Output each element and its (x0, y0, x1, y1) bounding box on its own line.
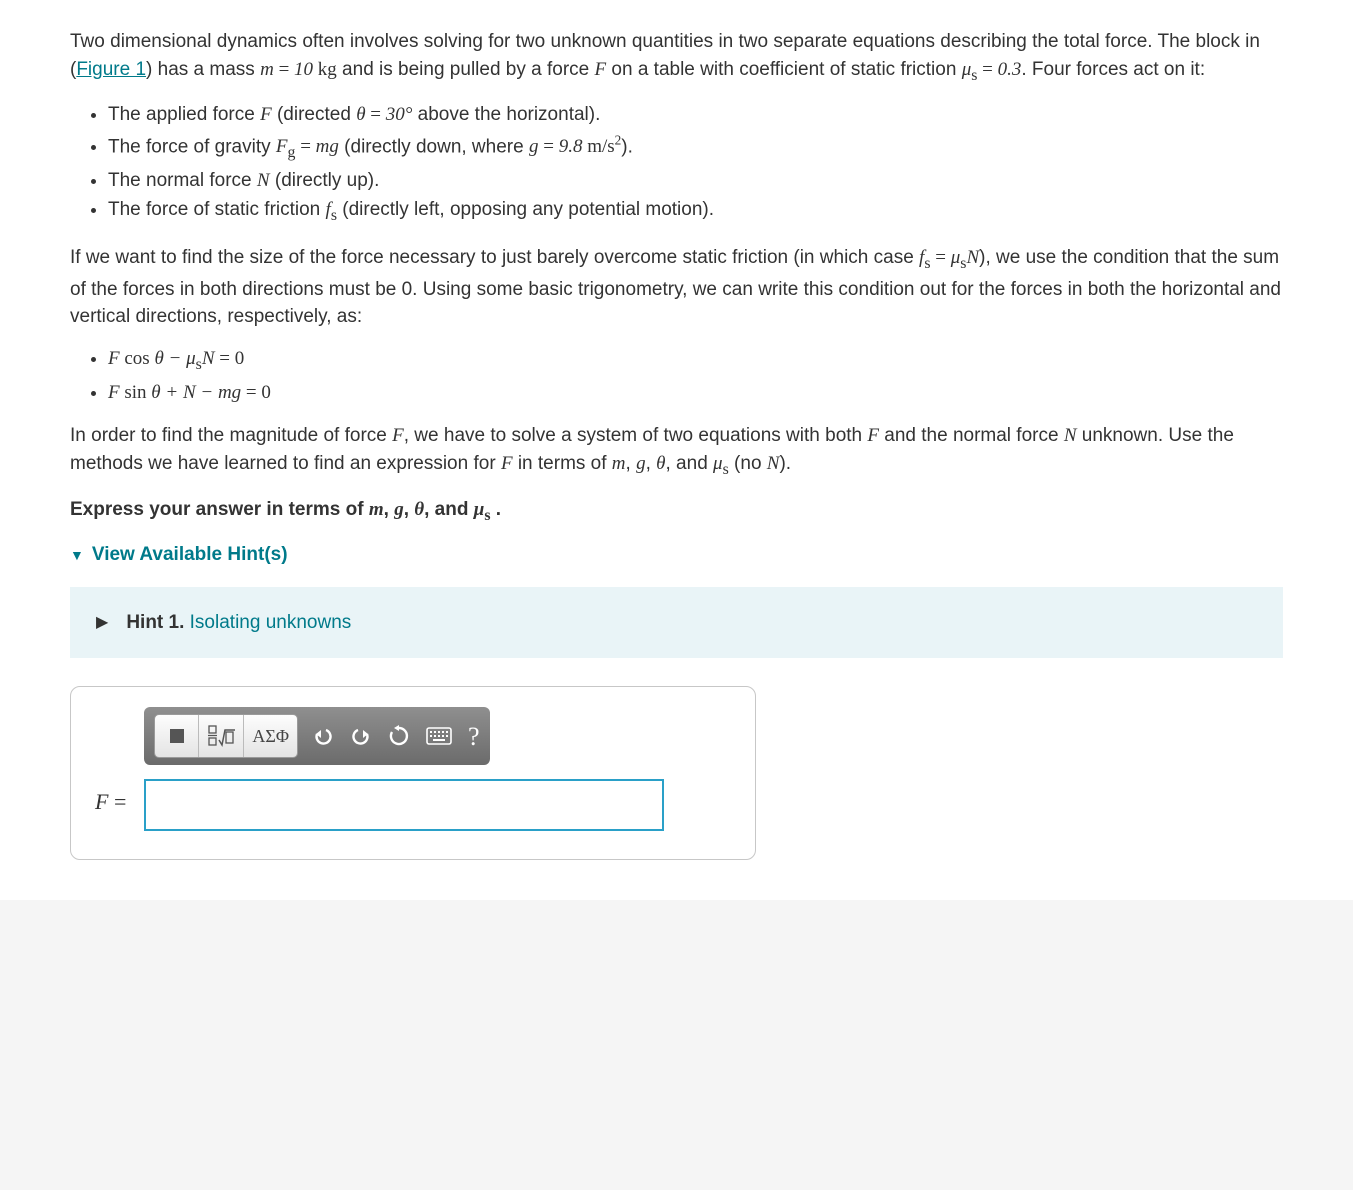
force-text: (directly up). (270, 170, 380, 191)
hint-box: ▶ Hint 1. Isolating unknowns (70, 587, 1283, 659)
express-text: Express your answer in terms of (70, 499, 369, 520)
F-symbol: F (867, 425, 879, 446)
list-item: F sin θ + N − mg = 0 (108, 379, 1283, 407)
F-symbol: F (95, 789, 108, 814)
theta-expression: θ = 30° (356, 104, 412, 125)
view-hints-toggle[interactable]: ▼ View Available Hint(s) (70, 541, 1283, 569)
caret-down-icon: ▼ (70, 545, 84, 565)
N-symbol: N (1064, 425, 1077, 446)
friction-symbol: fs (326, 199, 337, 220)
force-F-symbol: F (595, 59, 607, 80)
figure-link[interactable]: Figure 1 (76, 59, 146, 80)
F-symbol: F (392, 425, 404, 446)
theta-symbol: θ (656, 453, 665, 474)
reset-icon (388, 725, 410, 747)
undo-button[interactable] (312, 726, 334, 746)
keyboard-icon (426, 727, 452, 745)
force-text: (directed (272, 104, 356, 125)
force-text: (directly down, where (339, 136, 529, 157)
g-symbol: g (636, 453, 646, 474)
force-text: (directly left, opposing any potential m… (337, 199, 714, 220)
answer-variable-label: F = (95, 786, 126, 818)
mu-symbol: μs (713, 453, 729, 474)
express-text: . (491, 499, 502, 520)
solve-text: and the normal force (879, 425, 1064, 446)
mu-expression: μs = 0.3 (962, 59, 1022, 80)
equals-sign: = (108, 789, 126, 814)
view-hints-label: View Available Hint(s) (92, 541, 288, 569)
theta-symbol: θ (414, 499, 424, 520)
list-item: The force of gravity Fg = mg (directly d… (108, 131, 1283, 165)
force-text: ). (621, 136, 633, 157)
help-button[interactable]: ? (468, 718, 480, 756)
cond-text: If we want to find the size of the force… (70, 247, 919, 268)
list-item: The normal force N (directly up). (108, 167, 1283, 195)
rectangle-icon (169, 726, 185, 746)
answer-card: F = (70, 686, 756, 860)
m-symbol: m (612, 453, 626, 474)
fraction-root-button[interactable] (199, 715, 244, 757)
template-button-group: ΑΣΦ (154, 714, 298, 758)
force-text: The applied force (108, 104, 260, 125)
intro-paragraph: Two dimensional dynamics often involves … (70, 28, 1283, 87)
forces-list: The applied force F (directed θ = 30° ab… (108, 101, 1283, 228)
mu-symbol: μs (474, 499, 491, 520)
normal-symbol: N (257, 170, 270, 191)
answer-input[interactable] (144, 779, 664, 831)
solve-text: ). (779, 453, 791, 474)
problem-body: Two dimensional dynamics often involves … (0, 0, 1353, 900)
gravity-symbol: Fg = mg (276, 136, 339, 157)
force-text: above the horizontal). (412, 104, 600, 125)
equation-toolbar: ΑΣΦ (144, 707, 489, 765)
intro-text-e: . Four forces act on it: (1021, 59, 1205, 80)
list-item: The force of static friction fs (directl… (108, 196, 1283, 228)
redo-icon (350, 726, 372, 746)
intro-text-d: on a table with coefficient of static fr… (606, 59, 962, 80)
fs-mu-N: fs = μsN (919, 247, 979, 268)
greek-letters-button[interactable]: ΑΣΦ (244, 715, 297, 757)
solve-text: in terms of (513, 453, 612, 474)
g-symbol: g (394, 499, 404, 520)
keyboard-button[interactable] (426, 727, 452, 745)
force-F-symbol: F (260, 104, 272, 125)
force-text: The normal force (108, 170, 257, 191)
hint-1-toggle[interactable]: ▶ Hint 1. Isolating unknowns (96, 609, 1257, 637)
hint-subtitle: Isolating unknowns (190, 612, 352, 633)
reset-button[interactable] (388, 725, 410, 747)
g-expression: g = 9.8 m/s2 (529, 136, 621, 157)
force-text: The force of gravity (108, 136, 276, 157)
equation-horizontal: F cos θ − μsN = 0 (108, 348, 244, 369)
rectangle-template-button[interactable] (155, 715, 199, 757)
fraction-root-icon (207, 724, 235, 748)
undo-icon (312, 726, 334, 746)
solve-text: , we have to solve a system of two equat… (404, 425, 868, 446)
solve-paragraph: In order to find the magnitude of force … (70, 422, 1283, 481)
mass-expression: m = 10 kg (260, 59, 337, 80)
intro-text-b: ) has a mass (146, 59, 260, 80)
list-item: The applied force F (directed θ = 30° ab… (108, 101, 1283, 129)
intro-text-c: and is being pulled by a force (337, 59, 595, 80)
equations-list: F cos θ − μsN = 0 F sin θ + N − mg = 0 (108, 345, 1283, 406)
solve-text: (no (729, 453, 767, 474)
redo-button[interactable] (350, 726, 372, 746)
condition-paragraph: If we want to find the size of the force… (70, 244, 1283, 331)
greek-label: ΑΣΦ (252, 723, 289, 749)
m-symbol: m (369, 499, 384, 520)
list-item: F cos θ − μsN = 0 (108, 345, 1283, 377)
express-instruction: Express your answer in terms of m, g, θ,… (70, 496, 1283, 528)
caret-right-icon: ▶ (96, 611, 108, 634)
hint-title: Hint 1. (126, 612, 184, 633)
N-symbol: N (767, 453, 780, 474)
F-symbol: F (501, 453, 513, 474)
equation-vertical: F sin θ + N − mg = 0 (108, 382, 271, 403)
force-text: The force of static friction (108, 199, 326, 220)
solve-text: In order to find the magnitude of force (70, 425, 392, 446)
